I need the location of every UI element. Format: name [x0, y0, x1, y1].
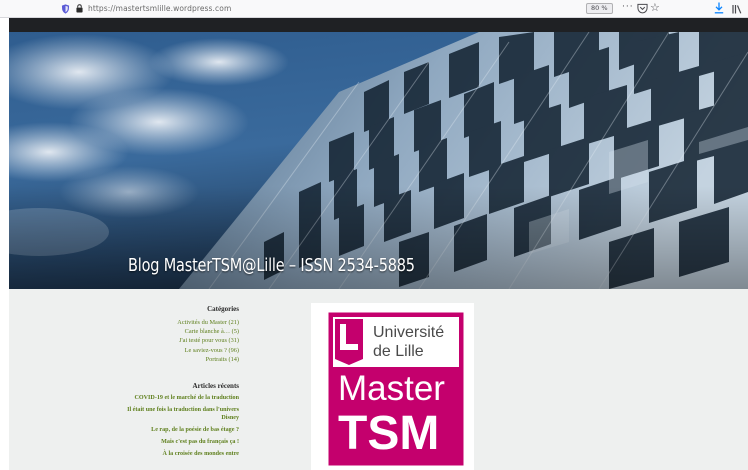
url-bar[interactable]: https://mastertsmlille.wordpress.com: [88, 4, 231, 13]
recent-post-link[interactable]: À la croisée des mondes entre: [115, 451, 239, 458]
recent-post-link[interactable]: COVID-19 et le marché de la traduction: [115, 395, 239, 402]
categories-widget: Catégories Activités du Master (21) Cart…: [115, 305, 239, 364]
category-link[interactable]: Portraits (14): [115, 355, 239, 364]
recent-post-link[interactable]: Le rap, de la poésie de bas étage ?: [115, 427, 239, 434]
recent-post-link[interactable]: Il était une fois la traduction dans l'u…: [115, 407, 239, 422]
category-link[interactable]: Activités du Master (21): [115, 318, 239, 327]
logo-de-lille: de Lille: [373, 343, 424, 360]
recent-posts-title: Articles récents: [192, 382, 239, 390]
page-actions-menu-icon[interactable]: ···: [622, 2, 634, 12]
logo-master: Master: [338, 369, 445, 408]
library-icon[interactable]: [732, 4, 742, 14]
zoom-level-button[interactable]: 80 %: [586, 3, 613, 14]
category-link[interactable]: J'ai testé pour vous (31): [115, 336, 239, 345]
master-tsm-logo: Université de Lille Master TSM: [311, 303, 474, 470]
logo-universite: Université: [373, 324, 445, 341]
browser-toolbar: https://mastertsmlille.wordpress.com 80 …: [0, 0, 748, 18]
lock-icon[interactable]: [76, 4, 83, 13]
category-link[interactable]: Le saviez-vous ? (96): [115, 346, 239, 355]
categories-title: Catégories: [207, 305, 239, 313]
bookmark-star-icon[interactable]: ☆: [650, 2, 660, 14]
logo-tsm: TSM: [338, 407, 440, 460]
recent-post-link[interactable]: Mais c'est pas du français ça !: [115, 439, 239, 446]
site-top-bar: [9, 18, 748, 32]
header-image: Blog MasterTSM@Lille – ISSN 2534-5885: [9, 32, 748, 289]
category-link[interactable]: Carte blanche à… (5): [115, 327, 239, 336]
site-title[interactable]: Blog MasterTSM@Lille – ISSN 2534-5885: [128, 256, 415, 276]
recent-posts-widget: Articles récents COVID-19 et le marché d…: [115, 382, 239, 464]
pocket-icon[interactable]: [637, 3, 648, 14]
building-photo: [9, 32, 748, 289]
tracking-shield-icon[interactable]: [61, 4, 70, 14]
download-icon[interactable]: [714, 2, 724, 14]
